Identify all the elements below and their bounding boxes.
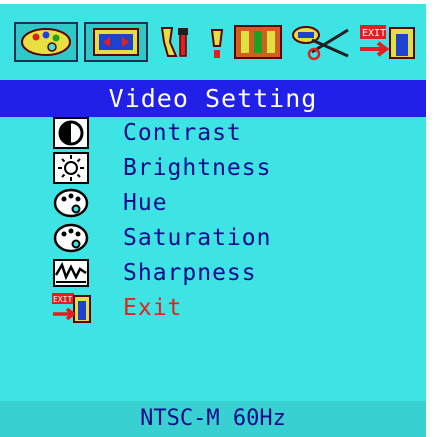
menu-label: Hue bbox=[123, 190, 168, 216]
osd-settings-icon[interactable] bbox=[232, 22, 284, 62]
display-adjust-icon[interactable] bbox=[84, 22, 148, 62]
signal-status: NTSC-M 60Hz bbox=[140, 406, 286, 431]
menu-label: Contrast bbox=[123, 120, 242, 146]
contrast-icon bbox=[52, 117, 92, 149]
brightness-icon bbox=[52, 152, 92, 184]
sharpness-icon bbox=[52, 257, 92, 289]
color-palette-icon[interactable] bbox=[14, 22, 78, 62]
menu-item-exit[interactable]: EXIT Exit bbox=[52, 291, 392, 325]
tools-icon[interactable] bbox=[154, 22, 200, 62]
exit-icon: EXIT bbox=[52, 292, 92, 324]
title-bar: Video Setting bbox=[0, 80, 426, 117]
menu-label: Sharpness bbox=[123, 260, 257, 286]
menu-item-saturation[interactable]: Saturation bbox=[52, 221, 392, 255]
pin-icon[interactable] bbox=[202, 22, 230, 62]
menu-label: Brightness bbox=[123, 155, 272, 181]
svg-text:EXIT: EXIT bbox=[362, 28, 386, 39]
exit-icon[interactable]: EXIT bbox=[356, 22, 418, 62]
menu-item-brightness[interactable]: Brightness bbox=[52, 151, 392, 185]
osd-window: EXIT Video Setting Contrast Brightness H… bbox=[0, 0, 426, 437]
menu-label: Saturation bbox=[123, 225, 272, 251]
menu-item-hue[interactable]: Hue bbox=[52, 186, 392, 220]
page-title: Video Setting bbox=[108, 84, 318, 113]
hue-icon bbox=[52, 187, 92, 219]
top-border bbox=[0, 0, 426, 4]
scissors-icon[interactable] bbox=[288, 22, 354, 62]
status-bar: NTSC-M 60Hz bbox=[0, 401, 426, 437]
menu-item-contrast[interactable]: Contrast bbox=[52, 116, 392, 150]
menu-item-sharpness[interactable]: Sharpness bbox=[52, 256, 392, 290]
osd-toolbar: EXIT bbox=[14, 22, 418, 62]
saturation-icon bbox=[52, 222, 92, 254]
menu-label: Exit bbox=[123, 295, 183, 321]
svg-text:EXIT: EXIT bbox=[53, 295, 72, 304]
